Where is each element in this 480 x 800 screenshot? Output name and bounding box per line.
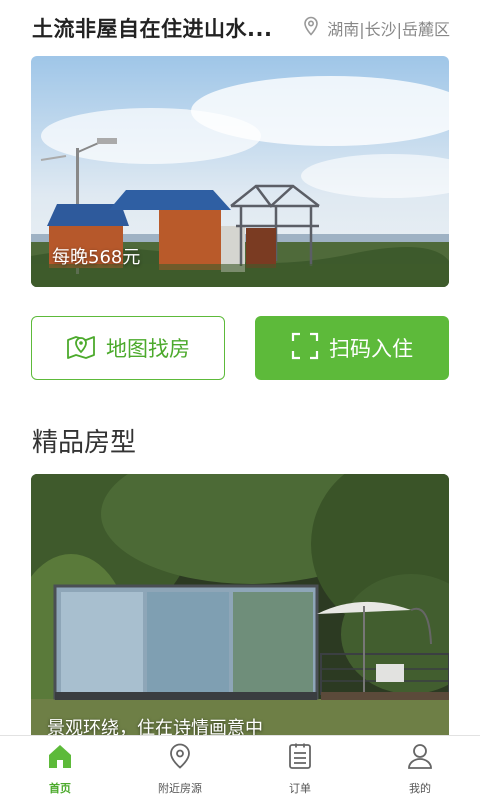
tab-home[interactable]: 首页 — [0, 736, 120, 800]
tab-profile-label: 我的 — [409, 782, 431, 795]
location-pin-icon — [166, 742, 194, 774]
location-pin-icon — [303, 16, 327, 40]
featured-room-image — [31, 474, 449, 754]
tab-orders[interactable]: 订单 — [240, 736, 360, 800]
hero-banner[interactable]: 每晚568元 — [31, 56, 449, 287]
map-search-button[interactable]: 地图找房 — [31, 316, 225, 380]
scan-checkin-label: 扫码入住 — [329, 337, 413, 361]
bottom-tab-bar: 首页 附近房源 订单 我的 — [0, 735, 480, 800]
location-selector[interactable]: 湖南|长沙|岳麓区 — [303, 16, 450, 40]
tab-nearby[interactable]: 附近房源 — [120, 736, 240, 800]
user-icon — [406, 742, 434, 774]
scan-icon — [291, 332, 329, 365]
order-icon — [286, 742, 314, 774]
tab-home-label: 首页 — [49, 782, 71, 795]
featured-room-card[interactable]: 景观环绕，住在诗情画意中 — [31, 474, 449, 754]
map-search-label: 地图找房 — [106, 337, 190, 361]
scan-checkin-button[interactable]: 扫码入住 — [255, 316, 449, 380]
tab-nearby-label: 附近房源 — [158, 782, 202, 795]
tab-profile[interactable]: 我的 — [360, 736, 480, 800]
price-label: 每晚568元 — [52, 247, 141, 268]
location-text: 湖南|长沙|岳麓区 — [327, 20, 450, 39]
page-title: 土流非屋自在住进山水... — [32, 17, 273, 41]
map-icon — [66, 332, 106, 365]
tab-orders-label: 订单 — [289, 782, 311, 795]
home-icon — [46, 742, 74, 774]
header: 土流非屋自在住进山水... 湖南|长沙|岳麓区 — [0, 0, 480, 56]
section-title: 精品房型 — [32, 428, 137, 458]
